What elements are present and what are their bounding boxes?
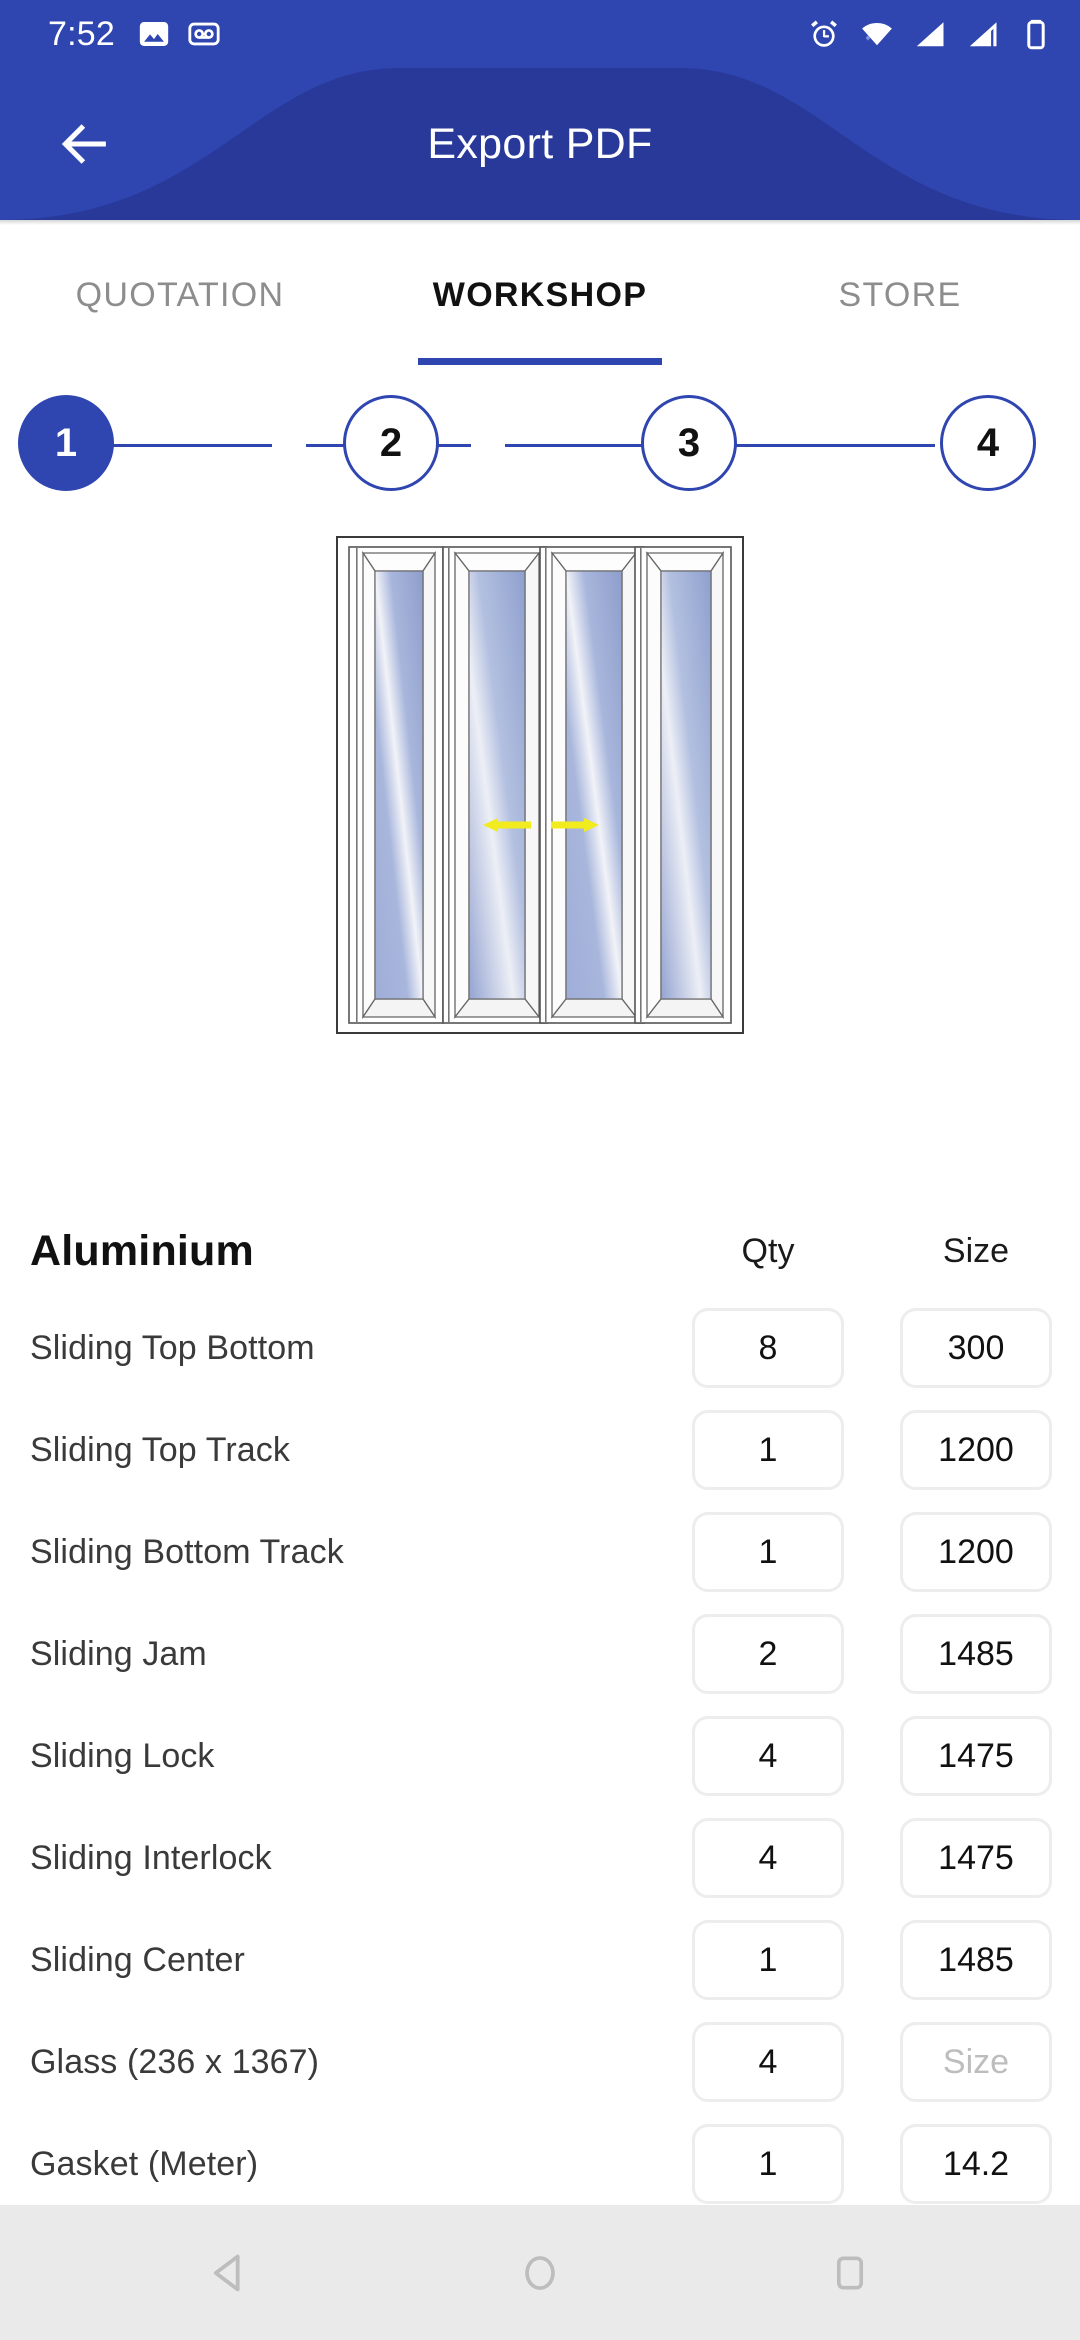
recents-nav-icon	[836, 2255, 864, 2290]
table-header-qty: Qty	[741, 1231, 795, 1270]
stepper-step-1[interactable]: 1	[18, 395, 114, 491]
voicemail-icon	[188, 22, 220, 46]
signal-icon	[916, 22, 944, 47]
app-bar-shadow	[0, 220, 1080, 225]
size-input[interactable]: 1200	[900, 1410, 1052, 1490]
table-header-size: Size	[942, 1231, 1010, 1270]
back-nav-icon	[213, 2254, 240, 2291]
row-label: Sliding Jam	[30, 1634, 207, 1673]
table-row: Sliding Lock 4 1475	[0, 1705, 1080, 1807]
tab-quotation[interactable]: QUOTATION	[0, 225, 360, 365]
qty-input[interactable]: 1	[692, 1410, 844, 1490]
stepper-connector-1	[107, 444, 272, 447]
stepper: 1 2 3 4	[0, 395, 1080, 495]
qty-input[interactable]: 4	[692, 2022, 844, 2102]
size-input[interactable]: 1475	[900, 1818, 1052, 1898]
battery-icon	[1027, 19, 1045, 50]
row-label: Sliding Interlock	[30, 1838, 272, 1877]
size-input[interactable]: 300	[900, 1308, 1052, 1388]
qty-input[interactable]: 1	[692, 1920, 844, 2000]
table-row: Sliding Center 1 1485	[0, 1909, 1080, 2011]
qty-input[interactable]: 1	[692, 2124, 844, 2204]
signal-alt-icon	[969, 22, 997, 47]
size-input[interactable]: 1200	[900, 1512, 1052, 1592]
row-label: Sliding Lock	[30, 1736, 215, 1775]
qty-input[interactable]: 2	[692, 1614, 844, 1694]
image-icon	[139, 21, 169, 47]
table-row: Sliding Bottom Track 1 1200	[0, 1501, 1080, 1603]
size-input[interactable]: Size	[900, 2022, 1052, 2102]
status-bar: 7:52	[0, 0, 1080, 68]
table-row: Sliding Top Bottom 8 300	[0, 1297, 1080, 1399]
table-row: Sliding Interlock 4 1475	[0, 1807, 1080, 1909]
stepper-step-4[interactable]: 4	[940, 395, 1036, 491]
status-bar-system-icons	[806, 16, 1054, 52]
row-label: Sliding Top Bottom	[30, 1328, 315, 1367]
row-label: Sliding Center	[30, 1940, 245, 1979]
system-navigation-bar	[0, 2205, 1080, 2340]
status-bar-notification-icons	[137, 17, 221, 51]
size-input[interactable]: 14.2	[900, 2124, 1052, 2204]
app-root: 7:52 Export PDF QUOTATION WORKSHOP STORE…	[0, 0, 1080, 2340]
tab-store[interactable]: STORE	[720, 225, 1080, 365]
qty-input[interactable]: 4	[692, 1716, 844, 1796]
tab-bar: QUOTATION WORKSHOP STORE	[0, 225, 1080, 365]
table-header-material: Aluminium	[30, 1226, 254, 1275]
row-label: Glass (236 x 1367)	[30, 2042, 320, 2081]
row-label: Sliding Bottom Track	[30, 1532, 344, 1571]
size-input[interactable]: 1485	[900, 1920, 1052, 2000]
table-row: Gasket (Meter) 1 14.2	[0, 2113, 1080, 2215]
stepper-step-2[interactable]: 2	[343, 395, 439, 491]
app-bar: Export PDF	[0, 68, 1080, 220]
table-row: Glass (236 x 1367) 4 Size	[0, 2011, 1080, 2113]
stepper-step-3[interactable]: 3	[641, 395, 737, 491]
home-nav-icon	[525, 2255, 555, 2290]
qty-input[interactable]: 4	[692, 1818, 844, 1898]
nav-back-button[interactable]	[182, 2225, 278, 2321]
nav-home-button[interactable]	[492, 2225, 588, 2321]
qty-input[interactable]: 1	[692, 1512, 844, 1592]
parts-table-body: Sliding Top Bottom 8 300 Sliding Top Track 1…	[0, 1297, 1080, 2215]
table-row: Sliding Jam 2 1485	[0, 1603, 1080, 1705]
alarm-icon	[811, 20, 837, 47]
tab-workshop[interactable]: WORKSHOP	[360, 225, 720, 365]
status-bar-clock: 7:52	[48, 15, 115, 53]
sliding-door-diagram	[336, 536, 744, 1034]
row-label: Sliding Top Track	[30, 1430, 290, 1469]
door-diagram-container	[0, 535, 1080, 1035]
page-title: Export PDF	[427, 119, 653, 168]
size-input[interactable]: 1485	[900, 1614, 1052, 1694]
parts-table-header: Aluminium Qty Size	[0, 1205, 1080, 1297]
table-row: Sliding Top Track 1 1200	[0, 1399, 1080, 1501]
size-input[interactable]: 1475	[900, 1716, 1052, 1796]
wifi-icon	[862, 23, 892, 46]
parts-table: Aluminium Qty Size Sliding Top Bottom 8 30…	[0, 1205, 1080, 2215]
row-label: Gasket (Meter)	[30, 2144, 259, 2183]
nav-recents-button[interactable]	[802, 2225, 898, 2321]
qty-input[interactable]: 8	[692, 1308, 844, 1388]
